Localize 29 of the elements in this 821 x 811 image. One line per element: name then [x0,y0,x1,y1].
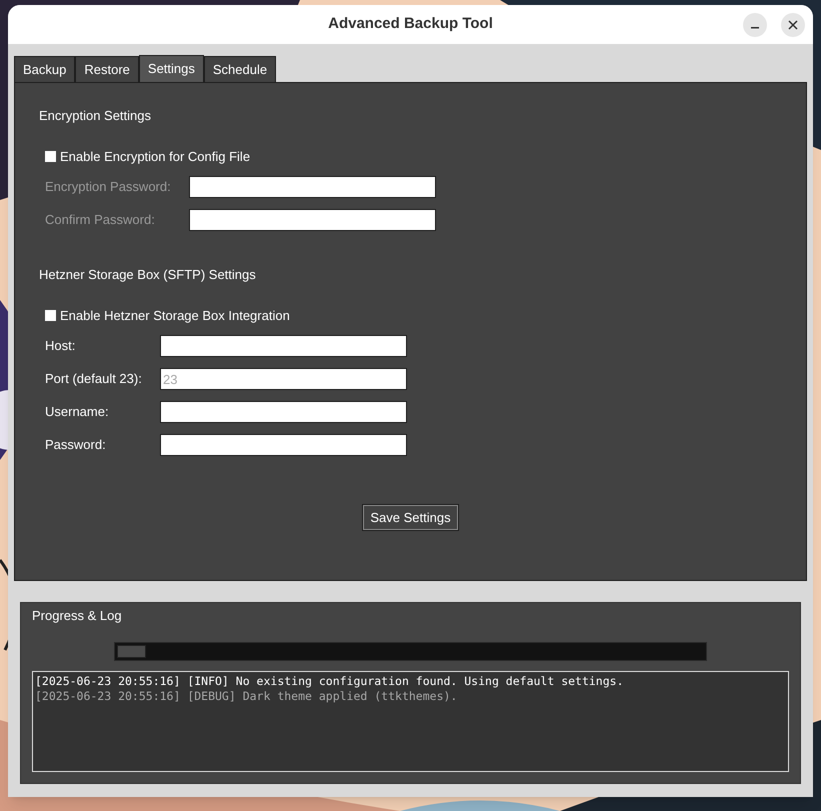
checkbox[interactable] [45,310,56,321]
tab[interactable]: Restore [75,56,139,82]
field-label: Password: [45,436,107,454]
field-label: Host: [45,337,76,356]
input-field[interactable] [160,335,407,357]
field-label: Confirm Password: [45,211,156,230]
tab[interactable]: Schedule [204,56,276,82]
tab[interactable]: Backup [14,56,76,82]
minimize-button[interactable] [743,13,767,37]
section-title: Hetzner Storage Box (SFTP) Settings [39,266,257,284]
minimize-icon [751,27,759,29]
checkbox[interactable] [45,150,56,162]
input-field[interactable] [160,401,407,423]
checkbox-label: Enable Hetzner Storage Box Integration [60,306,290,325]
close-icon [788,20,798,30]
log-line: [2025-06-23 20:55:16] [INFO] No existing configuration found. Using default settings. [35,674,625,688]
save-settings-button[interactable]: Save Settings [362,504,459,531]
tab[interactable]: Settings [138,55,204,82]
input-field[interactable]: 23 [160,368,407,390]
window-title: Advanced Backup Tool [328,14,493,34]
checkbox-label: Enable Encryption for Config File [60,148,250,166]
panel-title: Progress & Log [32,607,123,625]
input-field[interactable] [160,434,407,456]
field-label: Port (default 23): [45,370,143,388]
log-line: [2025-06-23 20:55:16] [DEBUG] Dark theme applied (ttkthemes). [35,688,458,704]
section-title: Encryption Settings [39,107,152,125]
field-label: Encryption Password: [45,178,172,196]
close-button[interactable] [781,13,805,37]
field-label: Username: [45,403,110,422]
